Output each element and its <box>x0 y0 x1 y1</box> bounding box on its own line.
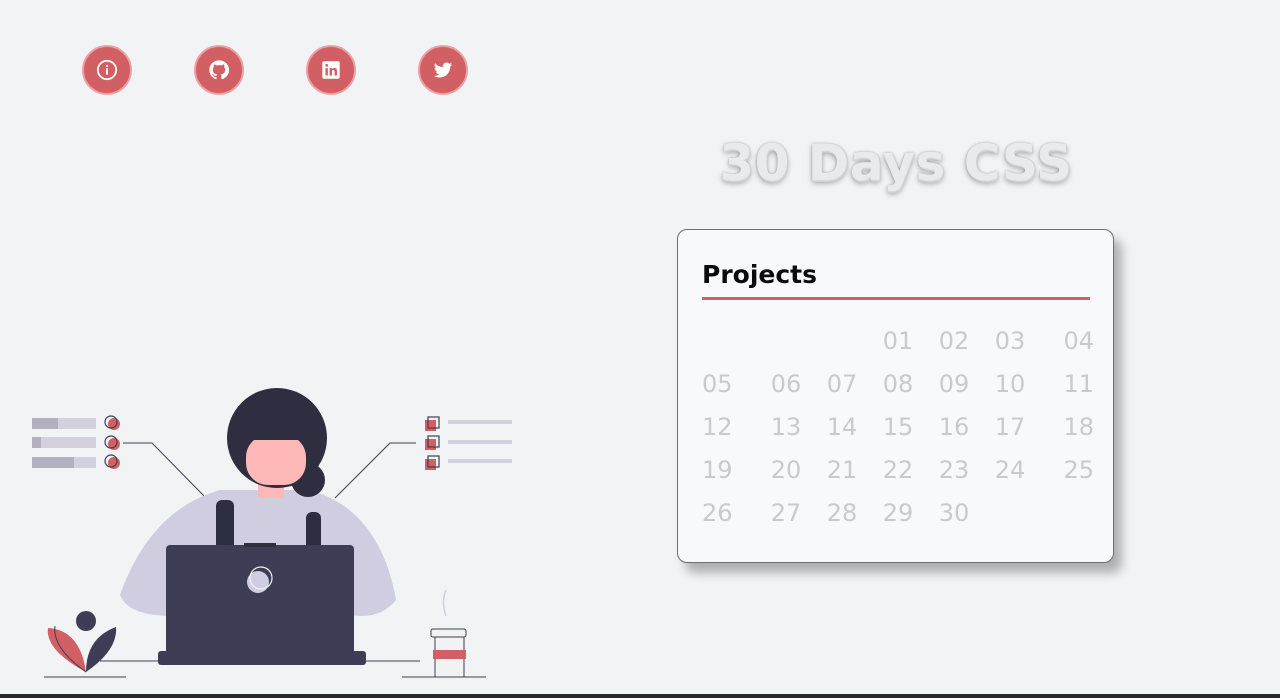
day-link[interactable]: 15 <box>870 411 926 443</box>
day-link[interactable]: 29 <box>870 497 926 529</box>
day-blank <box>814 325 870 357</box>
day-link[interactable]: 12 <box>702 411 758 443</box>
day-link[interactable]: 24 <box>982 454 1038 486</box>
info-button[interactable] <box>82 45 132 95</box>
page-title: 30 Days CSS <box>719 134 1073 192</box>
day-link[interactable]: 10 <box>982 368 1038 400</box>
plant <box>44 611 126 678</box>
projects-card: Projects 01 02 03 04 05 06 07 08 09 10 11 12 13 14 15 1… <box>677 229 1114 563</box>
card-title: Projects <box>702 260 818 289</box>
day-link[interactable]: 30 <box>926 497 982 529</box>
day-link[interactable]: 25 <box>1038 454 1094 486</box>
day-link[interactable]: 20 <box>758 454 814 486</box>
social-links <box>82 45 468 95</box>
day-link[interactable]: 13 <box>758 411 814 443</box>
day-link[interactable]: 11 <box>1038 368 1094 400</box>
bottom-bar <box>0 694 1280 698</box>
day-link[interactable]: 21 <box>814 454 870 486</box>
day-link[interactable]: 22 <box>870 454 926 486</box>
left-checklist-graphic <box>32 415 208 500</box>
day-link[interactable]: 08 <box>870 368 926 400</box>
day-link[interactable]: 19 <box>702 454 758 486</box>
day-link[interactable]: 28 <box>814 497 870 529</box>
coffee-cup <box>402 589 486 678</box>
day-link[interactable]: 09 <box>926 368 982 400</box>
info-icon <box>96 59 118 81</box>
github-icon <box>209 60 230 80</box>
day-link[interactable]: 07 <box>814 368 870 400</box>
day-link[interactable]: 06 <box>758 368 814 400</box>
title-underline <box>702 297 1090 300</box>
day-link[interactable]: 23 <box>926 454 982 486</box>
day-blank <box>702 325 758 357</box>
developer-illustration <box>32 388 512 678</box>
day-grid: 01 02 03 04 05 06 07 08 09 10 11 12 13 14 15 16 17 18 19 20… <box>702 325 1094 529</box>
linkedin-button[interactable] <box>306 45 356 95</box>
day-link[interactable]: 26 <box>702 497 758 529</box>
day-link[interactable]: 18 <box>1038 411 1094 443</box>
day-link[interactable]: 02 <box>926 325 982 357</box>
day-link[interactable]: 04 <box>1038 325 1094 357</box>
day-link[interactable]: 27 <box>758 497 814 529</box>
day-link[interactable]: 01 <box>870 325 926 357</box>
laptop <box>158 543 366 665</box>
day-blank <box>758 325 814 357</box>
day-link[interactable]: 05 <box>702 368 758 400</box>
github-button[interactable] <box>194 45 244 95</box>
day-link[interactable]: 17 <box>982 411 1038 443</box>
right-checklist-graphic <box>334 416 512 499</box>
day-link[interactable]: 14 <box>814 411 870 443</box>
twitter-button[interactable] <box>418 45 468 95</box>
linkedin-icon <box>322 61 340 79</box>
day-link[interactable]: 03 <box>982 325 1038 357</box>
twitter-icon <box>433 62 453 78</box>
day-link[interactable]: 16 <box>926 411 982 443</box>
